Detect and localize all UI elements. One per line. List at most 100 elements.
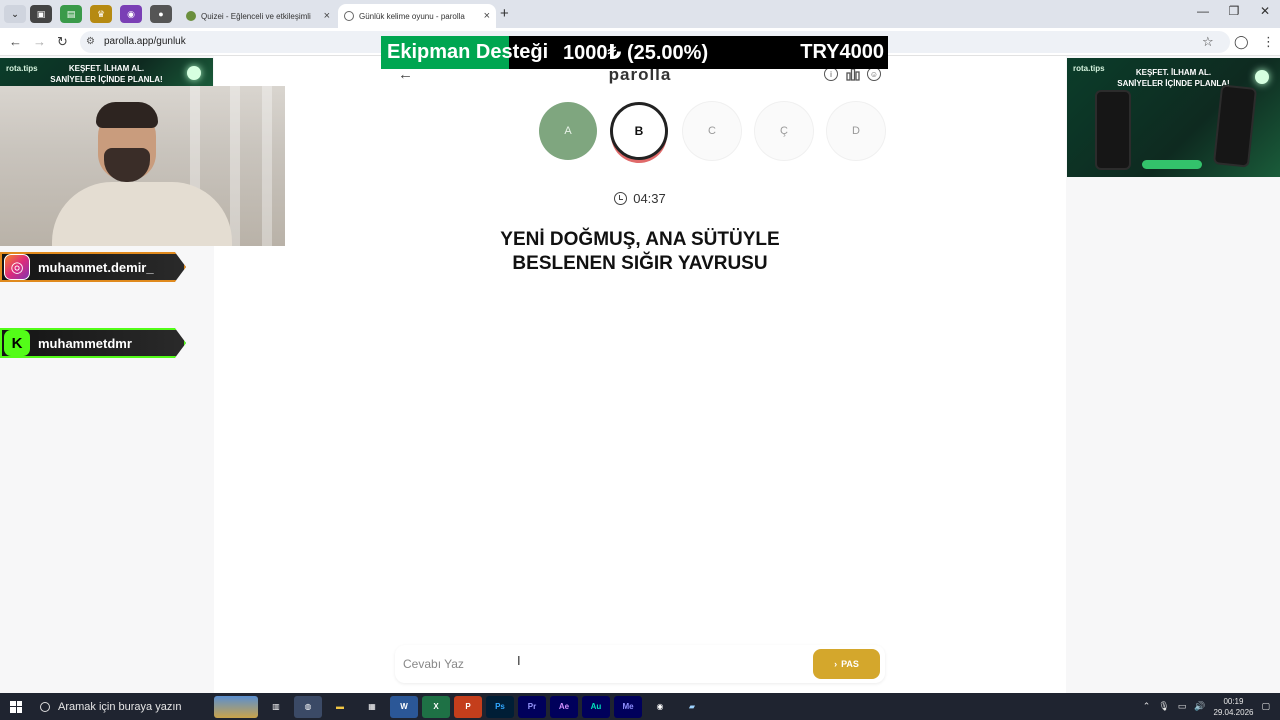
tab-favicon-icon xyxy=(186,11,196,21)
kick-handle: muhammetdmr xyxy=(38,335,132,351)
tray-overflow-icon[interactable]: ⌃ xyxy=(1143,701,1151,712)
pass-button[interactable]: › PAS xyxy=(813,649,880,679)
donation-goal-ticker: Ekipman Desteği 1000₺ (25.00%) TRY4000 xyxy=(381,36,888,69)
ad-subline: SANİYELER İÇİNDE PLANLA! xyxy=(50,75,163,84)
instagram-icon: ◎ xyxy=(4,254,30,280)
stats-icon[interactable] xyxy=(846,67,860,81)
clock-date: 29.04.2026 xyxy=(1213,707,1254,717)
answer-input[interactable] xyxy=(403,649,803,679)
forward-icon[interactable]: → xyxy=(33,34,46,49)
tab-quizei[interactable]: Quizei - Eğlenceli ve etkileşimli × xyxy=(180,4,336,28)
taskbar-search[interactable]: Aramak için buraya yazın xyxy=(32,693,212,720)
ad-cta-button[interactable] xyxy=(1142,160,1202,169)
photoshop-icon[interactable]: Ps xyxy=(486,695,514,718)
phone-mockup xyxy=(1095,90,1131,170)
countdown-timer: 04:37 xyxy=(560,191,720,206)
letter-circle-c: C xyxy=(683,102,741,160)
ad-headline: KEŞFET. İLHAM AL. xyxy=(1135,68,1212,77)
ticker-label: Ekipman Desteği xyxy=(381,36,548,69)
site-info-icon[interactable]: ⚙ xyxy=(86,36,95,47)
clock-icon xyxy=(614,192,628,205)
restore-button[interactable]: ❐ xyxy=(1219,4,1249,18)
letter-circle-a: A xyxy=(539,102,597,160)
tab-title: Quizei - Eğlenceli ve etkileşimli xyxy=(201,11,311,21)
question-text: YENİ DOĞMUŞ, ANA SÜTÜYLE BESLENEN SIĞIR … xyxy=(440,228,840,276)
ticker-amount: 1000₺ (25.00%) xyxy=(563,42,709,64)
close-window-button[interactable]: ✕ xyxy=(1250,4,1280,18)
menu-icon[interactable]: ⋮ xyxy=(1262,34,1275,50)
ad-glow-icon xyxy=(187,66,201,80)
clock-time: 00:19 xyxy=(1223,696,1244,706)
word-icon[interactable]: W xyxy=(390,695,418,718)
ad-glow-icon xyxy=(1255,70,1269,84)
windows-logo-icon xyxy=(10,700,22,713)
pass-label: PAS xyxy=(841,659,859,669)
text-cursor-icon: I xyxy=(517,653,521,668)
kick-icon: K xyxy=(4,330,30,356)
info-icon[interactable]: i xyxy=(824,67,838,81)
minimize-button[interactable]: — xyxy=(1188,4,1218,18)
streamer-body xyxy=(52,182,232,246)
news-widget-icon[interactable] xyxy=(214,695,258,718)
ticker-goal: TRY4000 xyxy=(800,41,884,63)
audition-icon[interactable]: Au xyxy=(582,695,610,718)
system-tray: ⌃ 🎙 ▭ 🔊 00:19 29.04.2026 ▢ xyxy=(1143,693,1280,720)
reload-icon[interactable]: ↻ xyxy=(57,34,68,50)
tab-favicon-icon xyxy=(344,11,354,21)
pinned-tab-icon[interactable]: ● xyxy=(150,5,172,23)
kick-badge: K muhammetdmr xyxy=(0,328,186,358)
back-icon[interactable]: ← xyxy=(9,34,22,49)
tab-list-button[interactable]: ⌄ xyxy=(4,5,26,23)
timer-value: 04:37 xyxy=(633,191,666,206)
letter-circle-d: D xyxy=(827,102,885,160)
windows-taskbar: Aramak için buraya yazın ▥ ◍ ▬ ▦ W X P P… xyxy=(0,693,1280,720)
calendar-app-icon[interactable]: ▦ xyxy=(358,696,386,718)
url-text[interactable]: parolla.app/gunluk xyxy=(104,36,186,47)
notifications-icon[interactable]: ▢ xyxy=(1261,701,1270,712)
taskbar-clock[interactable]: 00:19 29.04.2026 xyxy=(1213,696,1253,718)
file-explorer-icon[interactable]: ▬ xyxy=(326,696,354,718)
search-icon xyxy=(40,701,50,712)
start-button[interactable] xyxy=(0,693,32,720)
media-encoder-icon[interactable]: Me xyxy=(614,695,642,718)
account-icon[interactable]: ☺ xyxy=(867,67,881,81)
ad-banner-left[interactable]: rota.tips KEŞFET. İLHAM AL. SANİYELER İÇ… xyxy=(0,58,213,88)
question-line: YENİ DOĞMUŞ, ANA SÜTÜYLE xyxy=(500,229,780,250)
letter-circle-b: B xyxy=(610,102,668,160)
bookmark-star-icon[interactable]: ☆ xyxy=(1202,34,1214,50)
search-placeholder: Aramak için buraya yazın xyxy=(58,700,182,713)
chevron-right-icon: › xyxy=(834,659,838,669)
chrome-icon[interactable]: ◍ xyxy=(294,695,322,718)
pinned-tab-icon[interactable]: ▣ xyxy=(30,5,52,23)
webcam-overlay xyxy=(0,86,285,246)
powerpoint-icon[interactable]: P xyxy=(454,695,482,718)
microphone-icon[interactable]: 🎙 xyxy=(1158,701,1169,712)
instagram-badge: ◎ muhammet.demir_ xyxy=(0,252,186,282)
pinned-tab-icon[interactable]: ▤ xyxy=(60,5,82,23)
tab-parolla[interactable]: Günlük kelime oyunu - parolla × xyxy=(338,4,496,28)
profile-icon[interactable]: ◯ xyxy=(1234,34,1249,50)
volume-icon[interactable]: 🔊 xyxy=(1194,701,1205,712)
pinned-tab-icon[interactable]: ◉ xyxy=(120,5,142,23)
browser-tab-strip: ⌄ ▣ ▤ ♛ ◉ ● Quizei - Eğlenceli ve etkile… xyxy=(0,0,1280,28)
answer-bar: I › PAS xyxy=(395,645,885,683)
close-tab-icon[interactable]: × xyxy=(324,10,330,22)
obs-icon[interactable]: ◉ xyxy=(646,696,674,718)
task-view-icon[interactable]: ▥ xyxy=(262,696,290,718)
notes-app-icon[interactable]: ▰ xyxy=(678,696,706,718)
question-line: BESLENEN SIĞIR YAVRUSU xyxy=(512,253,768,274)
excel-icon[interactable]: X xyxy=(422,695,450,718)
network-icon[interactable]: ▭ xyxy=(1178,701,1187,712)
ad-headline: KEŞFET. İLHAM AL. xyxy=(68,64,145,73)
ad-banner-right[interactable]: rota.tips KEŞFET. İLHAM AL. SANİYELER İÇ… xyxy=(1067,58,1280,177)
premiere-icon[interactable]: Pr xyxy=(518,695,546,718)
phone-mockup xyxy=(1212,84,1258,168)
after-effects-icon[interactable]: Ae xyxy=(550,695,578,718)
pinned-tab-icon[interactable]: ♛ xyxy=(90,5,112,23)
new-tab-button[interactable]: + xyxy=(500,5,509,22)
close-tab-icon[interactable]: × xyxy=(484,10,490,22)
letter-circle-c-cedilla: Ç xyxy=(755,102,813,160)
tab-title: Günlük kelime oyunu - parolla xyxy=(359,11,465,21)
instagram-handle: muhammet.demir_ xyxy=(38,259,154,275)
page-content: rota.tips KEŞFET. İLHAM AL. SANİYELER İÇ… xyxy=(0,56,1280,693)
